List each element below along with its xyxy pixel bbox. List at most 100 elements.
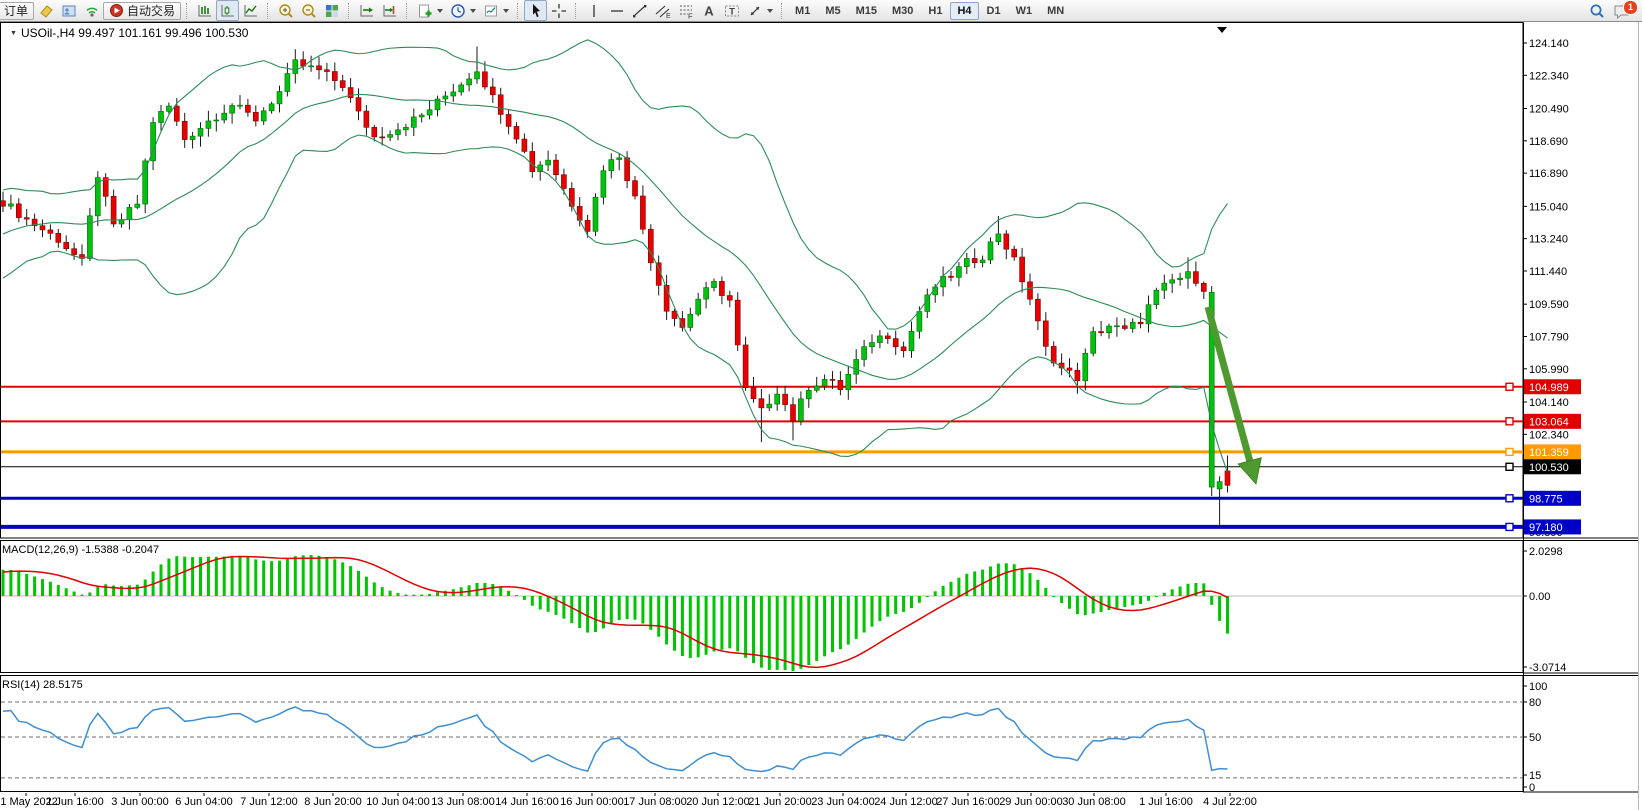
- cursor-icon[interactable]: [524, 0, 547, 21]
- timeframe-h1[interactable]: H1: [921, 2, 949, 20]
- chart-title-text: USOil-,H4 99.497 101.161 99.496 100.530: [21, 26, 249, 40]
- price-tick-label: 115.040: [1529, 201, 1568, 213]
- time-tick-label: 30 Jun 08:00: [1062, 796, 1126, 808]
- price-axis[interactable]: 124.140122.340120.490118.690116.890115.0…: [1523, 23, 1581, 795]
- market-depth-icon[interactable]: [57, 0, 80, 21]
- line-chart-type-icon[interactable]: [239, 0, 262, 21]
- indicators-icon[interactable]: [413, 0, 436, 21]
- hline-end-marker[interactable]: [1506, 495, 1513, 502]
- price-tick-label: 111.440: [1529, 266, 1567, 278]
- chart-canvas[interactable]: 124.140122.340120.490118.690116.890115.0…: [0, 0, 1642, 810]
- timeframe-d1[interactable]: D1: [980, 2, 1008, 20]
- periods-dropdown-caret[interactable]: [470, 9, 476, 13]
- timeframe-h4[interactable]: H4: [950, 2, 978, 20]
- vertical-line-tool-icon[interactable]: [582, 0, 605, 21]
- indicators-dropdown-caret[interactable]: [437, 9, 443, 13]
- hline-end-marker[interactable]: [1506, 448, 1513, 455]
- fibonacci-tool-icon[interactable]: F: [674, 0, 697, 21]
- chart-shift-icon[interactable]: [378, 0, 401, 21]
- rsi-pane[interactable]: [1, 702, 1523, 778]
- candlestick-chart-type-icon[interactable]: [216, 0, 239, 21]
- new-order-button[interactable]: 订单: [0, 2, 34, 20]
- zoom-out-icon[interactable]: [297, 0, 320, 21]
- horizontal-line-tool-icon[interactable]: [605, 0, 628, 21]
- crosshair-icon[interactable]: [547, 0, 570, 21]
- auto-scroll-icon[interactable]: [355, 0, 378, 21]
- equidistant-channel-tool-icon[interactable]: E: [651, 0, 674, 21]
- time-tick-label: 14 Jun 16:00: [495, 796, 559, 808]
- text-tool-icon[interactable]: A: [697, 0, 720, 21]
- time-tick-label: 27 Jun 16:00: [936, 796, 1000, 808]
- timeframe-w1[interactable]: W1: [1009, 2, 1040, 20]
- hline-end-marker[interactable]: [1506, 383, 1513, 390]
- collapse-arrow-icon[interactable]: ▼: [10, 30, 17, 37]
- rsi-scale-label: 50: [1529, 732, 1541, 744]
- trendline-tool-icon[interactable]: [628, 0, 651, 21]
- separator: [186, 3, 190, 19]
- notifications-chat-icon[interactable]: 1: [1612, 1, 1636, 21]
- tile-windows-icon[interactable]: [320, 0, 343, 21]
- chart-shift-marker: [1217, 27, 1227, 33]
- hline-end-marker[interactable]: [1506, 463, 1513, 470]
- price-tick-label: 120.490: [1529, 104, 1569, 116]
- timeframe-m5[interactable]: M5: [818, 2, 847, 20]
- autotrade-button[interactable]: 自动交易: [103, 2, 181, 20]
- hline-end-marker[interactable]: [1506, 418, 1513, 425]
- time-tick-label: 17 Jun 08:00: [623, 796, 687, 808]
- periods-clock-icon[interactable]: [446, 0, 469, 21]
- bar-chart-type-icon[interactable]: [193, 0, 216, 21]
- timeframe-m30[interactable]: M30: [885, 2, 920, 20]
- price-level-badge-text: 100.530: [1529, 462, 1569, 474]
- bollinger-upper-band: [3, 40, 1228, 329]
- price-tick-label: 102.340: [1529, 429, 1569, 441]
- price-level-badge-text: 104.989: [1529, 382, 1569, 394]
- zoom-in-icon[interactable]: [274, 0, 297, 21]
- autotrade-icon: [109, 3, 124, 18]
- shapes-dropdown-caret[interactable]: [767, 9, 773, 13]
- rsi-line: [3, 707, 1228, 772]
- time-tick-label: 8 Jun 20:00: [304, 796, 362, 808]
- timeframe-m1[interactable]: M1: [788, 2, 817, 20]
- time-tick-label: 16 Jun 00:00: [560, 796, 624, 808]
- notification-badge: 1: [1623, 0, 1638, 15]
- svg-text:E: E: [666, 13, 671, 20]
- trend-arrow-head[interactable]: [1238, 458, 1261, 484]
- timeframe-mn[interactable]: MN: [1040, 2, 1071, 20]
- template-dropdown-caret[interactable]: [503, 9, 509, 13]
- candlestick-series: [1, 46, 1231, 527]
- macd-indicator-label: MACD(12,26,9) -1.5388 -0.2047: [2, 544, 159, 556]
- hline-end-marker[interactable]: [1506, 523, 1513, 530]
- signal-icon[interactable]: [80, 0, 103, 21]
- macd-scale-label: 2.0298: [1529, 546, 1563, 558]
- time-tick-label: 21 Jun 20:00: [748, 796, 812, 808]
- search-icon[interactable]: [1585, 0, 1608, 21]
- price-level-badge-text: 103.064: [1529, 416, 1569, 428]
- rsi-scale-label: 0: [1529, 782, 1535, 794]
- rsi-scale-label: 80: [1529, 697, 1541, 709]
- price-level-badge-text: 101.359: [1529, 447, 1569, 459]
- svg-text:F: F: [688, 11, 693, 20]
- time-tick-label: 7 Jun 12:00: [240, 796, 298, 808]
- time-tick-label: 13 Jun 08:00: [431, 796, 495, 808]
- timeframe-m15[interactable]: M15: [849, 2, 884, 20]
- time-axis[interactable]: 31 May 20221 Jun 16:003 Jun 00:006 Jun 0…: [0, 793, 1257, 808]
- price-tick-label: 113.240: [1529, 234, 1568, 246]
- time-tick-label: 29 Jun 00:00: [999, 796, 1063, 808]
- main-price-pane[interactable]: [1, 40, 1524, 527]
- favorites-icon[interactable]: [34, 0, 57, 21]
- time-tick-label: 1 Jul 16:00: [1139, 796, 1193, 808]
- time-tick-label: 23 Jun 04:00: [811, 796, 875, 808]
- text-label-tool-icon[interactable]: T: [720, 0, 743, 21]
- rsi-scale-label: 100: [1529, 681, 1547, 693]
- separator: [781, 3, 785, 19]
- separator: [267, 3, 271, 19]
- rsi-indicator-label: RSI(14) 28.5175: [2, 679, 83, 691]
- price-tick-label: 122.340: [1529, 70, 1569, 82]
- chart-title: ▼ USOil-,H4 99.497 101.161 99.496 100.530: [10, 26, 248, 40]
- shapes-arrows-icon[interactable]: [743, 0, 766, 21]
- macd-pane[interactable]: [1, 555, 1523, 671]
- rsi-scale-label: 15: [1529, 770, 1541, 782]
- template-icon[interactable]: [479, 0, 502, 21]
- separator: [517, 3, 521, 19]
- price-tick-label: 109.590: [1529, 299, 1569, 311]
